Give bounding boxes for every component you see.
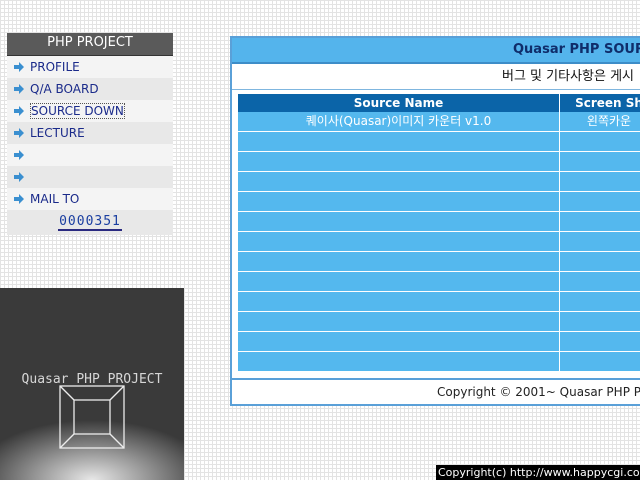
table-cell	[560, 132, 640, 151]
table-row	[238, 272, 640, 292]
table-cell	[238, 312, 560, 331]
arrow-right-icon	[14, 150, 24, 160]
sidebar-item-source-down[interactable]: SOURCE DOWN	[7, 100, 173, 122]
sidebar-item-label: PROFILE	[30, 60, 80, 74]
arrow-right-icon	[14, 62, 24, 72]
table-row	[238, 252, 640, 272]
table-cell	[238, 172, 560, 191]
table-cell	[560, 352, 640, 371]
table-row	[238, 332, 640, 352]
column-header-source-name: Source Name	[238, 94, 560, 112]
table-cell	[560, 172, 640, 191]
sidebar-item-empty-1[interactable]	[7, 144, 173, 166]
table-cell	[560, 192, 640, 211]
sidebar-title: PHP PROJECT	[7, 33, 173, 56]
copyright-bar[interactable]: Copyright(c) http://www.happycgi.com	[436, 465, 640, 480]
arrow-right-icon	[14, 172, 24, 182]
table-row	[238, 292, 640, 312]
sidebar-item-label: MAIL TO	[30, 192, 80, 206]
table-cell	[238, 232, 560, 251]
table-row	[238, 152, 640, 172]
table-row	[238, 232, 640, 252]
wireframe-cube-icon	[59, 385, 125, 449]
table-cell	[560, 272, 640, 291]
table-row	[238, 192, 640, 212]
project-logo: Quasar PHP PROJECT	[0, 288, 184, 480]
arrow-right-icon	[14, 194, 24, 204]
sidebar-item-qa-board[interactable]: Q/A BOARD	[7, 78, 173, 100]
table-cell	[238, 192, 560, 211]
table-row	[238, 172, 640, 192]
table-cell	[238, 212, 560, 231]
sidebar-item-label: Q/A BOARD	[30, 82, 99, 96]
table-row	[238, 312, 640, 332]
table-row	[238, 352, 640, 372]
table-cell	[560, 212, 640, 231]
table-cell	[560, 332, 640, 351]
table-cell	[560, 312, 640, 331]
table-cell[interactable]: 왼쪽카운	[560, 112, 640, 131]
panel-footer: Copyright © 2001~ Quasar PHP Pro	[232, 378, 640, 402]
table-cell	[560, 152, 640, 171]
table-cell	[238, 152, 560, 171]
table-cell	[560, 232, 640, 251]
panel-title: Quasar PHP SOUR	[232, 38, 640, 64]
table-header: Source Name Screen Sh	[238, 94, 640, 112]
arrow-right-icon	[14, 106, 24, 116]
arrow-right-icon	[14, 128, 24, 138]
table-cell[interactable]: 퀘이사(Quasar)이미지 카운터 v1.0	[238, 112, 560, 131]
table-cell	[238, 292, 560, 311]
table-cell	[560, 292, 640, 311]
table-cell	[238, 332, 560, 351]
table-row[interactable]: 퀘이사(Quasar)이미지 카운터 v1.0 왼쪽카운	[238, 112, 640, 132]
table-cell	[238, 272, 560, 291]
sidebar-item-profile[interactable]: PROFILE	[7, 56, 173, 78]
table-cell	[238, 252, 560, 271]
sidebar-item-label: SOURCE DOWN	[30, 103, 125, 119]
sidebar-item-label: LECTURE	[30, 126, 85, 140]
sidebar-item-mail-to[interactable]: MAIL TO	[7, 188, 173, 210]
source-table: Source Name Screen Sh 퀘이사(Quasar)이미지 카운터…	[238, 94, 640, 372]
table-row	[238, 132, 640, 152]
notice-text: 버그 및 기타사항은 게시	[232, 64, 640, 90]
visitor-count: 0000351	[58, 214, 122, 231]
source-panel: Quasar PHP SOUR 버그 및 기타사항은 게시 Source Nam…	[230, 36, 640, 406]
column-header-screen-shot: Screen Sh	[575, 96, 640, 110]
table-row	[238, 212, 640, 232]
arrow-right-icon	[14, 84, 24, 94]
visitor-counter: 0000351	[7, 210, 173, 235]
sidebar-item-lecture[interactable]: LECTURE	[7, 122, 173, 144]
table-cell	[238, 352, 560, 371]
table-cell	[238, 132, 560, 151]
table-cell	[560, 252, 640, 271]
sidebar-item-empty-2[interactable]	[7, 166, 173, 188]
sidebar-nav: PHP PROJECT PROFILE Q/A BOARD SOURCE DOW…	[7, 33, 173, 235]
